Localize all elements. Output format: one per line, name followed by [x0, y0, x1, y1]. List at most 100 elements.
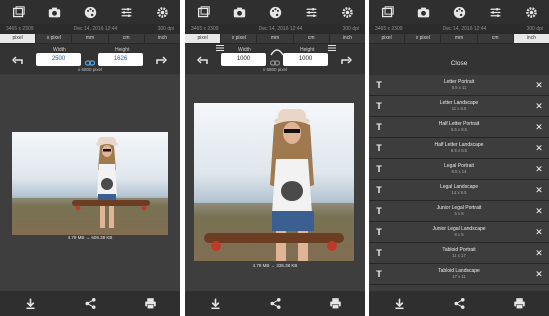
delete-icon[interactable]: ✕ — [529, 206, 549, 217]
tab-inch[interactable]: inch — [145, 34, 180, 43]
preset-dims: 5.5 x 8.5 — [450, 127, 468, 132]
tab-mm[interactable]: mm — [72, 34, 109, 43]
text-size-icon: T — [376, 122, 382, 132]
rotate-icon[interactable] — [270, 44, 284, 56]
delete-icon[interactable]: ✕ — [529, 269, 549, 280]
download-icon[interactable] — [21, 295, 39, 313]
print-icon[interactable] — [510, 295, 528, 313]
tab-pixel[interactable]: pixel — [185, 34, 222, 43]
undo-icon[interactable] — [196, 53, 209, 65]
print-icon[interactable] — [326, 295, 344, 313]
unit-tabs: pixel x pixel mm cm inch — [0, 33, 180, 44]
image-meta: 3465 x 2309 Dec 14, 2016 12:44 300 dpi — [185, 24, 365, 33]
bottom-toolbar — [185, 291, 365, 316]
delete-icon[interactable]: ✕ — [529, 143, 549, 154]
palette-icon[interactable] — [81, 3, 99, 21]
palette-icon[interactable] — [266, 3, 284, 21]
photo-preview[interactable] — [194, 103, 354, 261]
pixel-note: x 6800 pixel — [262, 67, 288, 72]
redo-icon[interactable] — [155, 53, 168, 65]
preset-dims: 11 x 8.5 — [451, 106, 467, 111]
preset-row[interactable]: T Letter Portrait 8.5 x 11 ✕ — [369, 75, 549, 96]
gear-icon[interactable] — [522, 3, 540, 21]
height-field[interactable]: 1626 — [98, 53, 143, 66]
delete-icon[interactable]: ✕ — [529, 122, 549, 133]
image-dimensions: 3465 x 2309 — [375, 25, 403, 32]
top-toolbar — [185, 0, 365, 24]
gear-icon[interactable] — [338, 3, 356, 21]
pixel-note: x 6800 pixel — [77, 67, 103, 72]
tab-mm[interactable]: mm — [257, 34, 294, 43]
image-date: Dec 14, 2016 12:44 — [73, 25, 118, 32]
delete-icon[interactable]: ✕ — [529, 185, 549, 196]
preset-row[interactable]: T Half Letter Portrait 5.5 x 8.5 ✕ — [369, 117, 549, 138]
link-icon[interactable] — [269, 55, 281, 66]
preset-text: Tabloid Portrait 11 x 17 — [389, 247, 529, 259]
redo-icon[interactable] — [340, 53, 353, 65]
tab-pixel[interactable]: pixel — [0, 34, 37, 43]
preset-row[interactable]: T Tabloid Landscape 17 x 11 ✕ — [369, 264, 549, 285]
tab-inch[interactable]: inch — [330, 34, 365, 43]
tab-cm[interactable]: cm — [109, 34, 145, 43]
preset-row[interactable]: T Half Letter Landscape 8.5 x 5.5 ✕ — [369, 138, 549, 159]
gallery-icon[interactable] — [9, 3, 27, 21]
gallery-icon[interactable] — [194, 3, 212, 21]
width-field[interactable]: 2500 — [36, 53, 81, 66]
preset-row[interactable]: T Legal Portrait 8.5 x 14 ✕ — [369, 159, 549, 180]
tab-inch[interactable]: inch — [513, 34, 549, 43]
text-size-icon: T — [376, 80, 382, 90]
download-icon[interactable] — [390, 295, 408, 313]
tab-cm[interactable]: cm — [294, 34, 330, 43]
delete-icon[interactable]: ✕ — [529, 164, 549, 175]
print-icon[interactable] — [141, 295, 159, 313]
preset-dims: 8.5 x 5.5 — [450, 148, 468, 153]
tab-cm[interactable]: cm — [478, 34, 514, 43]
preset-dims: 11 x 17 — [452, 253, 466, 258]
screen-resize-square: 3465 x 2309 Dec 14, 2016 12:44 300 dpi p… — [185, 0, 365, 316]
preset-row[interactable]: T Letter Landscape 11 x 8.5 ✕ — [369, 96, 549, 117]
undo-icon[interactable] — [11, 53, 24, 65]
download-icon[interactable] — [206, 295, 224, 313]
sliders-icon[interactable] — [486, 3, 504, 21]
preset-row[interactable]: T Tabloid Portrait 11 x 17 ✕ — [369, 243, 549, 264]
tab-mm[interactable]: mm — [441, 34, 478, 43]
camera-icon[interactable] — [45, 3, 63, 21]
menu-icon[interactable] — [215, 44, 225, 52]
image-date: Dec 14, 2016 12:44 — [258, 25, 303, 32]
preset-text: Legal Portrait 8.5 x 14 — [389, 163, 529, 175]
preset-text: Tabloid Landscape 17 x 11 — [389, 268, 529, 280]
photo-preview[interactable] — [12, 132, 168, 235]
delete-icon[interactable]: ✕ — [529, 227, 549, 238]
close-label: Close — [450, 60, 468, 67]
camera-icon[interactable] — [230, 3, 248, 21]
link-icon[interactable] — [84, 55, 96, 66]
palette-icon[interactable] — [450, 3, 468, 21]
bottom-toolbar — [0, 291, 180, 316]
height-field[interactable]: 1000 — [283, 53, 328, 66]
gallery-icon[interactable] — [378, 3, 396, 21]
top-toolbar — [0, 0, 180, 24]
tab-x-pixel[interactable]: x pixel — [405, 34, 442, 43]
delete-icon[interactable]: ✕ — [529, 101, 549, 112]
tab-pixel[interactable]: pixel — [369, 34, 406, 43]
width-field[interactable]: 1000 — [221, 53, 266, 66]
gear-icon[interactable] — [153, 3, 171, 21]
preset-text: Junior Legal Portrait 5 x 8 — [389, 205, 529, 217]
sliders-icon[interactable] — [302, 3, 320, 21]
preset-row[interactable]: T Legal Landscape 14 x 8.5 ✕ — [369, 180, 549, 201]
image-dimensions: 3465 x 2309 — [191, 25, 219, 32]
camera-icon[interactable] — [414, 3, 432, 21]
tab-x-pixel[interactable]: x pixel — [36, 34, 73, 43]
share-icon[interactable] — [81, 295, 99, 313]
tab-x-pixel[interactable]: x pixel — [221, 34, 258, 43]
preset-row[interactable]: T Junior Legal Portrait 5 x 8 ✕ — [369, 201, 549, 222]
delete-icon[interactable]: ✕ — [529, 248, 549, 259]
share-icon[interactable] — [266, 295, 284, 313]
image-dimensions: 3465 x 2309 — [6, 25, 34, 32]
preset-row[interactable]: T Junior Legal Landscape 8 x 5 ✕ — [369, 222, 549, 243]
menu-icon[interactable] — [327, 44, 337, 52]
sliders-icon[interactable] — [117, 3, 135, 21]
unit-tabs: pixel x pixel mm cm inch — [369, 33, 549, 44]
share-icon[interactable] — [450, 295, 468, 313]
delete-icon[interactable]: ✕ — [529, 80, 549, 91]
